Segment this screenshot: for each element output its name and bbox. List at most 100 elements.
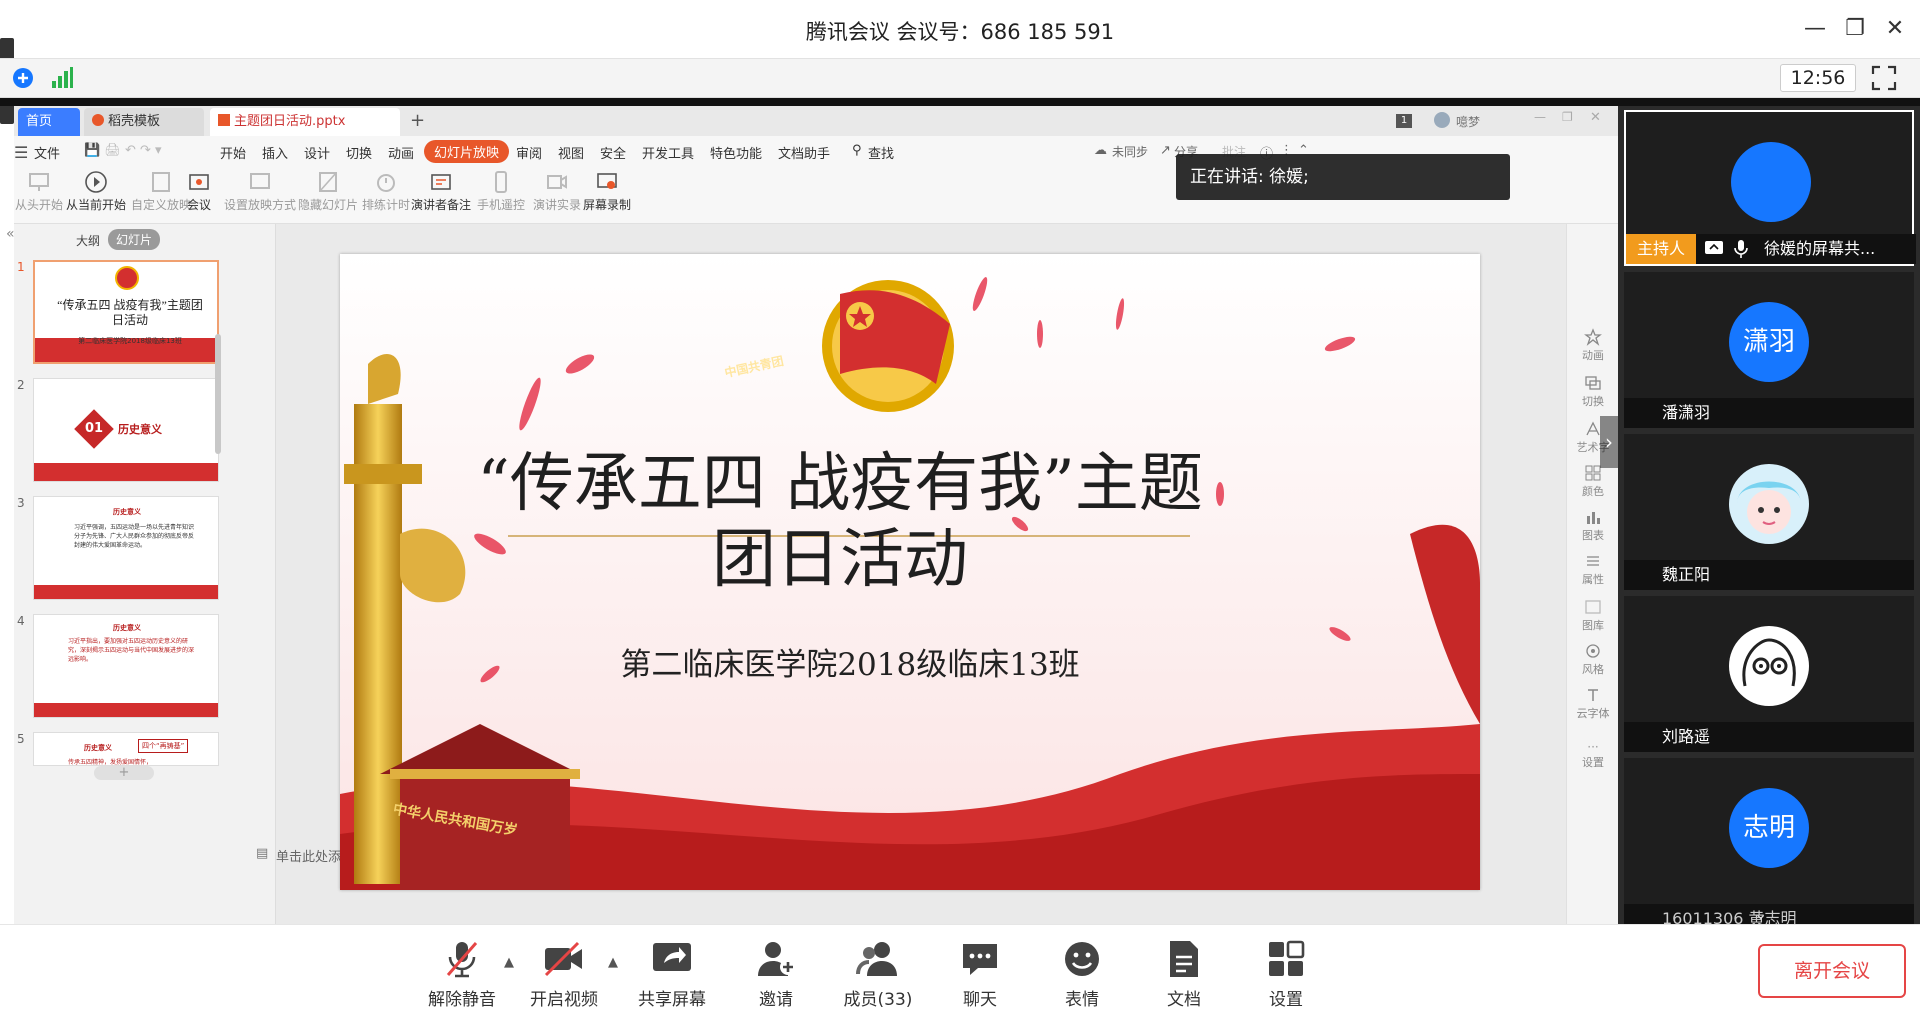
chat-button[interactable]: 聊天 xyxy=(930,939,1030,1010)
tab-docer[interactable]: 稻壳模板 xyxy=(84,108,204,136)
panel-color[interactable]: 颜色 xyxy=(1567,464,1619,499)
ribbon-phone-remote[interactable]: 手机遥控 xyxy=(470,170,532,213)
cloud-sync-icon[interactable]: ☁ xyxy=(1094,143,1107,158)
quick-access-icons[interactable]: 💾 🖨 ↶ ↷ ▾ xyxy=(84,143,162,158)
slide-thumb-2[interactable]: 01 历史意义 xyxy=(33,378,219,482)
chat-icon xyxy=(963,944,997,975)
invite-button[interactable]: 邀请 xyxy=(726,939,826,1010)
tab-outline[interactable]: 大纲 xyxy=(76,232,100,249)
slide-thumb-5[interactable]: 历史意义 四个“再铸基” 传承五四精神，发扬爱国情怀， xyxy=(33,732,219,766)
menu-assistant[interactable]: 文档助手 xyxy=(778,143,830,162)
menu-transition[interactable]: 切换 xyxy=(346,143,372,162)
menu-security[interactable]: 安全 xyxy=(600,143,626,162)
share-icon[interactable]: ↗ xyxy=(1160,143,1171,158)
ribbon-meeting[interactable]: 会议 xyxy=(168,170,230,213)
wps-close-icon[interactable]: ✕ xyxy=(1590,110,1601,125)
ribbon-setup-show[interactable]: 设置放映方式 xyxy=(224,170,296,213)
menu-animation[interactable]: 动画 xyxy=(388,143,414,162)
participant-card[interactable]: 刘路遥 xyxy=(1624,596,1914,752)
panel-gallery[interactable]: 图库 xyxy=(1567,598,1619,633)
share-screen-icon xyxy=(653,943,691,971)
menu-features[interactable]: 特色功能 xyxy=(710,143,762,162)
user-avatar[interactable] xyxy=(1434,112,1450,128)
screen-share-icon xyxy=(1705,241,1723,254)
document-button[interactable]: 文档 xyxy=(1134,939,1234,1010)
restore-button[interactable]: ❐ xyxy=(1840,16,1870,42)
ribbon-from-current[interactable]: 从当前开始 xyxy=(60,170,132,213)
collapse-pane-icon[interactable]: « xyxy=(6,226,15,242)
emoji-icon xyxy=(1065,942,1099,976)
wps-minimize-icon[interactable]: — xyxy=(1534,110,1546,124)
chevron-right-icon[interactable]: › xyxy=(1600,416,1618,468)
tab-pptx[interactable]: 主题团日活动.pptx xyxy=(210,108,400,136)
settings-button[interactable]: 设置 xyxy=(1236,939,1336,1010)
close-button[interactable]: ✕ xyxy=(1880,16,1910,42)
wps-right-toolpanel: 动画 切换 艺术字 颜色 图表 属性 图库 风格 云字体 ··· 设置 xyxy=(1566,224,1618,924)
participant-card[interactable]: 潇羽 潘潇羽 xyxy=(1624,272,1914,428)
hamburger-icon[interactable]: ☰ xyxy=(14,143,28,162)
ribbon-speaker-notes[interactable]: 演讲者备注 xyxy=(406,170,476,213)
emoji-button[interactable]: 表情 xyxy=(1032,939,1132,1010)
network-signal-icon[interactable] xyxy=(50,66,74,90)
wps-restore-icon[interactable]: ❐ xyxy=(1562,110,1573,124)
leave-meeting-button[interactable]: 离开会议 xyxy=(1758,944,1906,998)
video-options-caret-icon[interactable]: ▲ xyxy=(608,955,618,970)
slide-thumb-1[interactable]: “传承五四 战疫有我”主题团日活动 第二临床医学院2018级临床13班 xyxy=(33,260,219,364)
thumb-red-ribbon xyxy=(34,463,218,481)
panel-settings[interactable]: ··· 设置 xyxy=(1567,740,1619,770)
sync-status[interactable]: 未同步 xyxy=(1112,143,1148,160)
thumb-tag: 四个“再铸基” xyxy=(138,739,189,753)
slide-thumb-4[interactable]: 历史意义 习近平指出，要加强对五四运动历史意义的研究，深刻揭示五四运动与当代中国… xyxy=(33,614,219,718)
new-tab-icon[interactable]: + xyxy=(410,110,425,131)
tab-slides[interactable]: 幻灯片 xyxy=(108,229,161,250)
menu-slideshow[interactable]: 幻灯片放映 xyxy=(424,140,510,163)
unmute-button[interactable]: 解除静音 xyxy=(412,939,512,1010)
add-slide-button[interactable]: + xyxy=(94,766,154,780)
panel-chart[interactable]: 图表 xyxy=(1567,508,1619,543)
mic-on-icon xyxy=(1734,240,1748,258)
user-name: 噫梦 xyxy=(1456,115,1481,129)
share-screen-button[interactable]: 共享屏幕 xyxy=(622,939,722,1010)
participant-card[interactable]: 志明 16011306 黄志明 ⌄ xyxy=(1624,758,1914,934)
menu-devtools[interactable]: 开发工具 xyxy=(642,143,694,162)
video-off-icon xyxy=(544,941,582,977)
ribbon-screen-record[interactable]: 屏幕录制 xyxy=(576,170,638,213)
league-badge-icon xyxy=(115,266,139,290)
participant-card-host[interactable]: 徐媛的屏幕共... 主持人 xyxy=(1624,110,1916,266)
members-button[interactable]: 成员(33) xyxy=(828,939,928,1010)
thumb-body: 习近平指出，要加强对五四运动历史意义的研究，深刻揭示五四运动与当代中国发展进步的… xyxy=(68,638,195,663)
window-titlebar: 腾讯会议 会议号：686 185 591 — ❐ ✕ xyxy=(0,0,1920,58)
fullscreen-icon[interactable] xyxy=(1870,64,1898,92)
minimize-button[interactable]: — xyxy=(1800,16,1830,42)
slide-thumb-3[interactable]: 历史意义 习近平强调，五四运动是一场以先进青年知识分子为先锋、广大人民群众参加的… xyxy=(33,496,219,600)
security-shield-icon[interactable] xyxy=(12,67,34,89)
thumb-number: 4 xyxy=(17,614,25,628)
menu-file[interactable]: 文件 xyxy=(34,143,60,162)
mic-options-caret-icon[interactable]: ▲ xyxy=(504,955,514,970)
apps-grid-icon xyxy=(1269,940,1305,976)
tab-home[interactable]: 首页 xyxy=(18,108,80,136)
participant-name: 刘路遥 xyxy=(1624,722,1914,752)
members-icon xyxy=(856,942,897,976)
panel-transition[interactable]: 切换 xyxy=(1567,374,1619,409)
menu-review[interactable]: 审阅 xyxy=(516,143,542,162)
panel-properties[interactable]: 属性 xyxy=(1567,552,1619,587)
menu-search[interactable]: 查找 xyxy=(868,143,894,162)
menu-start[interactable]: 开始 xyxy=(220,143,246,162)
participant-card[interactable]: 魏正阳 xyxy=(1624,434,1914,590)
panel-style[interactable]: 风格 xyxy=(1567,642,1619,677)
speaking-indicator: 正在讲话: 徐媛; xyxy=(1176,154,1510,200)
panel-animation[interactable]: 动画 xyxy=(1567,328,1619,363)
notes-icon[interactable]: ▤ xyxy=(256,846,268,861)
menu-insert[interactable]: 插入 xyxy=(262,143,288,162)
menu-view[interactable]: 视图 xyxy=(558,143,584,162)
thumb-scrollbar[interactable] xyxy=(215,334,221,454)
participant-avatar: 志明 xyxy=(1729,788,1809,868)
start-video-button[interactable]: 开启视频 xyxy=(514,939,614,1010)
menu-design[interactable]: 设计 xyxy=(304,143,330,162)
collapse-list-icon[interactable]: ⌄ xyxy=(1754,904,1767,923)
panel-cloud-font[interactable]: 云字体 xyxy=(1567,686,1619,721)
thumb-badge: 01 xyxy=(84,421,104,436)
thumb-sub: 第二临床医学院2018级临床13班 xyxy=(78,337,182,345)
search-icon[interactable]: ⚲ xyxy=(852,143,862,158)
